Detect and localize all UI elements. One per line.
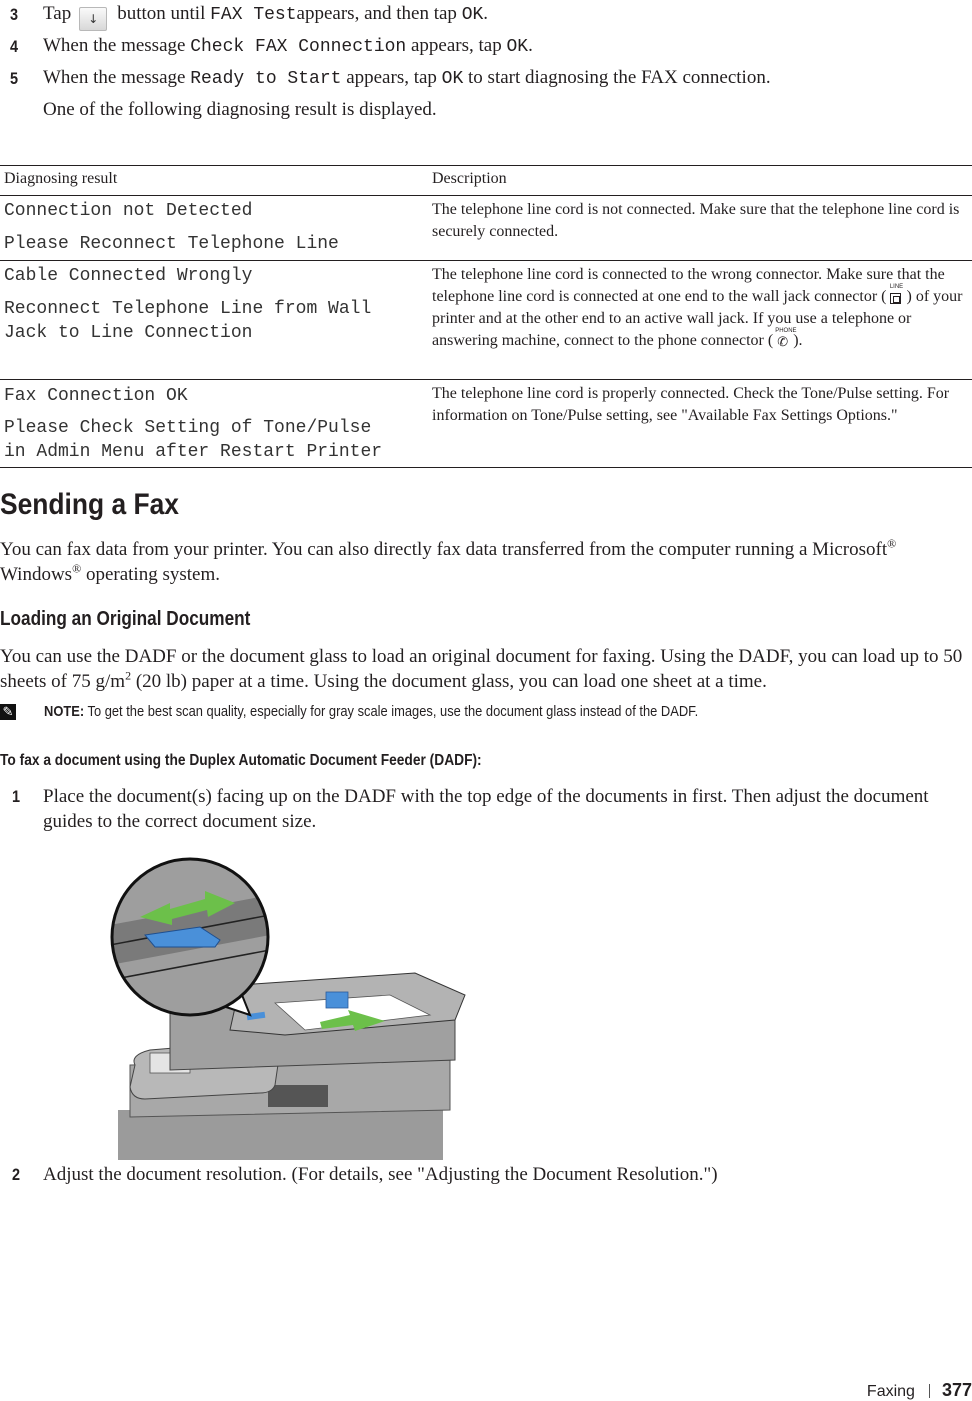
icon-label: LINE — [889, 284, 904, 290]
intro-text: One of the following diagnosing result i… — [43, 99, 437, 120]
text: . — [528, 35, 533, 56]
step-number: 1 — [12, 787, 21, 806]
subsection-paragraph: You can use the DADF or the document gla… — [0, 644, 972, 694]
result-line: Please Reconnect Telephone Line — [4, 234, 339, 254]
page-footer: Faxing 377 — [867, 1380, 972, 1401]
table-header-rule — [0, 195, 972, 196]
result-line: Cable Connected Wrongly — [4, 266, 253, 286]
note-label: NOTE: — [44, 703, 85, 720]
result-line: Please Check Setting of Tone/Pulse in Ad… — [4, 418, 383, 462]
registered-mark: ® — [72, 561, 82, 576]
procedure-title: To fax a document using the Duplex Autom… — [0, 752, 482, 769]
row-rule — [0, 379, 972, 380]
code-ok: OK — [506, 37, 529, 57]
result-line: Connection not Detected — [4, 201, 253, 221]
text: To get the best scan quality, especially… — [84, 703, 699, 720]
down-arrow-icon: ↓ — [88, 12, 99, 26]
note-text: NOTE: To get the best scan quality, espe… — [44, 703, 698, 720]
subsection-title: Loading an Original Document — [0, 608, 251, 630]
down-arrow-button[interactable]: ↓ — [79, 7, 108, 31]
chapter-name: Faxing — [866, 1383, 915, 1400]
code-check-fax-connection: Check FAX Connection — [190, 37, 407, 57]
table-top-rule — [0, 165, 972, 166]
step-number: 4 — [10, 37, 19, 56]
description: The telephone line cord is not connected… — [432, 201, 960, 240]
text: . — [483, 3, 489, 24]
text: Windows — [0, 564, 73, 585]
step-number: 2 — [12, 1165, 21, 1184]
page-number: 377 — [941, 1380, 972, 1400]
text: to start diagnosing the FAX connection. — [468, 67, 771, 88]
text: When the message — [43, 67, 186, 88]
text: operating system. — [81, 564, 220, 585]
table-bottom-rule — [0, 467, 972, 468]
procedure-step-2: Adjust the document resolution. (For det… — [43, 1164, 718, 1185]
row-rule — [0, 260, 972, 261]
text: You can fax data from your printer. You … — [0, 539, 888, 560]
code-ok: OK — [461, 5, 484, 25]
text: When the message — [43, 35, 186, 56]
text: (20 lb) paper at a time. Using the docum… — [131, 671, 767, 692]
step-number: 3 — [10, 5, 19, 24]
code-ready-to-start: Ready to Start — [190, 69, 342, 89]
description: The telephone line cord is connected to … — [432, 264, 967, 352]
column-header-result: Diagnosing result — [4, 170, 118, 187]
pencil-note-icon: ✎ — [0, 704, 16, 720]
registered-mark: ® — [887, 536, 897, 551]
step-5-text: When the message Ready to Start appears,… — [43, 67, 771, 89]
step-number: 5 — [10, 69, 19, 88]
section-intro: You can fax data from your printer. You … — [0, 537, 972, 587]
column-header-description: Description — [432, 170, 507, 187]
text: ). — [793, 332, 803, 349]
footer-divider — [928, 1384, 930, 1398]
section-title: Sending a Fax — [0, 488, 179, 521]
line-connector-icon: LINE — [888, 284, 904, 305]
text: appears, and then tap — [296, 3, 457, 24]
text: appears, tap — [346, 67, 437, 88]
step-4-text: When the message Check FAX Connection ap… — [43, 35, 533, 57]
phone-connector-icon: PHONE ✆ — [775, 328, 797, 349]
text: appears, tap — [411, 35, 502, 56]
result-line: Reconnect Telephone Line from Wall Jack … — [4, 299, 372, 343]
text: button until — [117, 3, 206, 24]
code-fax-test: FAX Test — [210, 5, 297, 25]
description: The telephone line cord is properly conn… — [432, 385, 950, 424]
step-3-text: Tap ↓ button until FAX Testappears, and th… — [43, 3, 488, 31]
code-ok: OK — [441, 69, 464, 89]
procedure-step-1: Place the document(s) facing up on the D… — [43, 786, 929, 832]
text: Tap — [43, 3, 72, 24]
result-line: Fax Connection OK — [4, 386, 188, 406]
printer-dadf-illustration — [110, 857, 466, 1160]
text: The telephone line cord is connected to … — [432, 266, 945, 305]
